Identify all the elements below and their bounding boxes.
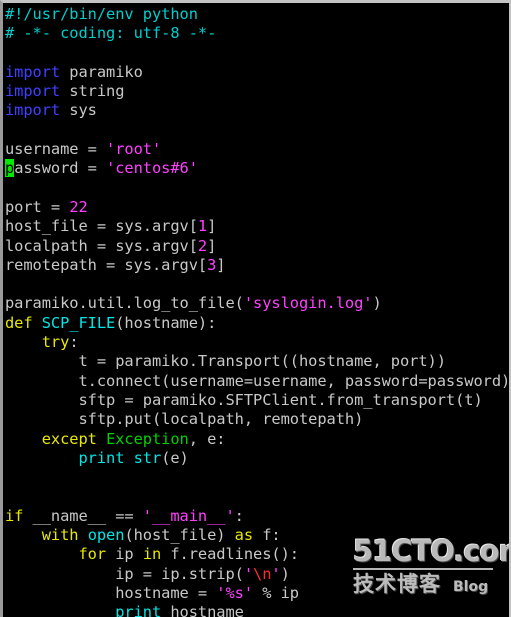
string-root: 'root': [106, 140, 162, 159]
stmt-strip: ip = ip.strip(: [5, 564, 244, 583]
module-string: string: [60, 82, 125, 101]
code-line-cursor: password = 'centos#6': [5, 159, 509, 178]
bracket-close: ]: [207, 217, 217, 236]
module-paramiko: paramiko: [60, 62, 143, 81]
number-2: 2: [197, 236, 208, 255]
code-line: for ip in f.readlines():: [78, 545, 300, 564]
code-line: t = paramiko.Transport((hostname, port)): [5, 352, 509, 371]
string-main: '__main__': [142, 506, 235, 525]
escape-newline: \n: [253, 564, 272, 583]
keyword-except: except: [41, 429, 97, 448]
var-host-file: host_file = sys.argv[: [5, 217, 198, 236]
stmt-sftp-put: sftp.put(localpath, remotepath): [5, 410, 364, 429]
quote-open: ': [243, 564, 254, 583]
shebang-comment: #!/usr/bin/env python: [5, 5, 198, 23]
str-arg: (e): [161, 448, 189, 467]
var-localpath: localpath = sys.argv[: [5, 236, 198, 255]
var-password: assword =: [14, 159, 107, 178]
keyword-if: if: [5, 506, 24, 525]
keyword-print: print: [78, 448, 125, 467]
code-line: sftp.put(localpath, remotepath): [5, 410, 509, 429]
function-name-scp-file: SCP_FILE: [41, 313, 116, 332]
stmt-hostname: hostname =: [5, 583, 217, 602]
code-line: except Exception, e:: [5, 429, 509, 449]
readlines-call: f.readlines():: [161, 545, 299, 564]
number-1: 1: [197, 217, 208, 236]
keyword-in: in: [142, 545, 162, 564]
code-line: import paramiko: [5, 62, 509, 82]
code-line: import sys: [5, 101, 509, 120]
stmt-connect: t.connect(username=username, password=pa…: [5, 371, 511, 390]
file-handle: f:: [253, 526, 281, 545]
code-line: port = 22: [5, 197, 509, 217]
code-line: host_file = sys.argv[1]: [5, 217, 509, 236]
var-username: username =: [5, 140, 107, 159]
var-port: port =: [5, 197, 70, 216]
keyword-import: import: [5, 101, 61, 120]
keyword-import: import: [5, 62, 61, 81]
code-line: remotepath = sys.argv[3]: [5, 255, 509, 275]
type-exception: Exception: [106, 429, 189, 448]
dunder-name: __name__ ==: [23, 506, 143, 525]
code-line: t.connect(username=username, password=pa…: [5, 371, 511, 391]
terminal-window[interactable]: #!/usr/bin/env python # -*- coding: utf-8…: [0, 0, 511, 617]
code-line: # -*- coding: utf-8 -*-: [5, 24, 509, 43]
stmt-transport: t = paramiko.Transport((hostname, port)): [5, 352, 446, 371]
string-format-spec: '%s': [216, 583, 254, 602]
code-line: print str(e): [5, 448, 509, 468]
print-arg: hostname: [161, 603, 244, 617]
code-line: sftp = paramiko.SFTPClient.from_transpor…: [5, 390, 509, 410]
keyword-with: with: [41, 526, 79, 545]
function-params: (hostname):: [115, 313, 217, 332]
builtin-str: str: [133, 448, 162, 467]
code-editor-buffer[interactable]: #!/usr/bin/env python # -*- coding: utf-8…: [5, 5, 511, 617]
string-syslogin-log: 'syslogin.log': [243, 294, 373, 313]
encoding-comment: # -*- coding: utf-8 -*-: [5, 24, 217, 43]
code-line: import string: [5, 82, 509, 101]
keyword-print: print: [115, 603, 162, 617]
number-3: 3: [207, 255, 217, 274]
code-line: localpath = sys.argv[2]: [5, 236, 509, 256]
bracket-close: ]: [216, 255, 226, 274]
keyword-def: def: [5, 313, 33, 332]
paren-close: ): [280, 564, 290, 583]
bracket-close: ]: [207, 236, 217, 255]
call-log-to-file: paramiko.util.log_to_file(: [5, 294, 244, 313]
var-remotepath: remotepath = sys.argv[: [5, 255, 208, 274]
number-22: 22: [69, 197, 88, 216]
code-line: with open(host_file) as f:: [5, 526, 509, 545]
module-sys: sys: [60, 101, 97, 120]
format-operand: % ip: [253, 583, 299, 602]
code-line: paramiko.util.log_to_file('syslogin.log'…: [5, 294, 509, 313]
keyword-try: try: [41, 333, 70, 352]
code-line: #!/usr/bin/env python: [5, 5, 509, 24]
keyword-as: as: [234, 526, 254, 545]
except-var: , e:: [188, 429, 226, 448]
keyword-import: import: [5, 82, 61, 101]
keyword-for: for: [78, 545, 107, 564]
open-arg: (host_file): [124, 526, 235, 545]
code-line: print hostname: [5, 603, 509, 617]
builtin-open: open: [87, 526, 125, 545]
stmt-sftp-client: sftp = paramiko.SFTPClient.from_transpor…: [5, 390, 483, 409]
quote-close: ': [271, 564, 281, 583]
code-line: if __name__ == '__main__':: [5, 506, 244, 525]
text-cursor: p: [5, 159, 15, 178]
string-password: 'centos#6': [106, 159, 198, 178]
paren-close: ): [372, 294, 382, 313]
code-line: ip = ip.strip('\n'): [5, 564, 509, 584]
code-line: hostname = '%s' % ip: [5, 583, 509, 603]
code-line: username = 'root': [5, 140, 509, 159]
code-line: def SCP_FILE(hostname):: [5, 313, 509, 333]
code-line: try:: [41, 333, 79, 352]
